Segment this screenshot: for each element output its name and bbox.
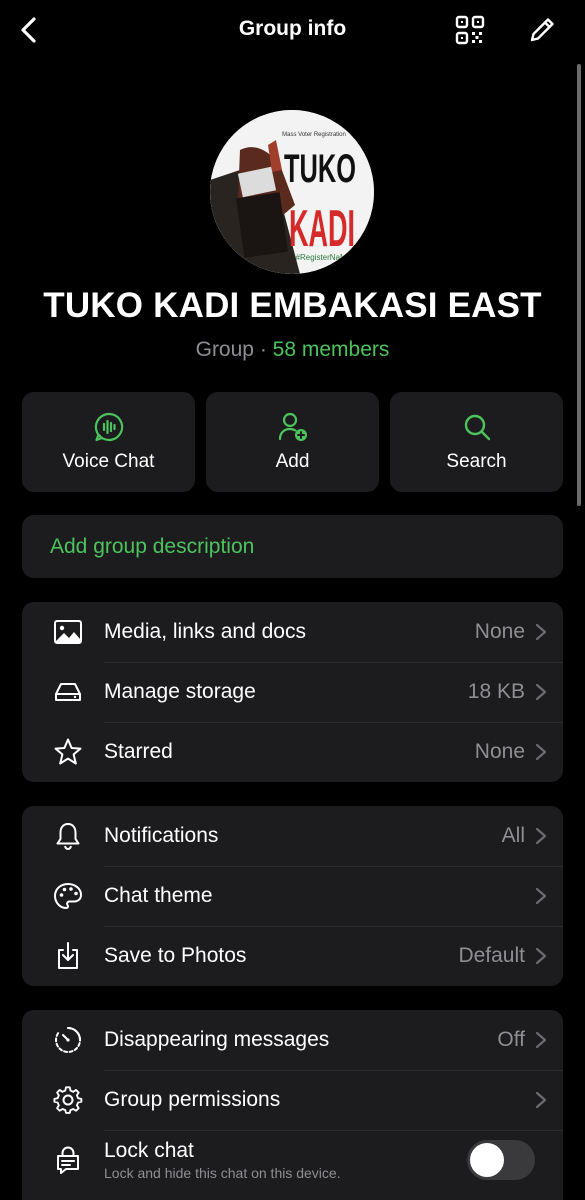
header: Group info xyxy=(0,0,585,62)
starred-label: Starred xyxy=(104,740,173,763)
subtitle-separator: · xyxy=(253,338,273,361)
edit-button[interactable] xyxy=(526,14,558,46)
qr-code-icon xyxy=(455,15,485,45)
voice-chat-icon xyxy=(94,412,123,442)
group-permissions-label: Group permissions xyxy=(104,1088,281,1111)
add-member-button[interactable]: Add xyxy=(206,392,379,492)
media-section: Media, links and docs None Manage storag… xyxy=(22,602,563,782)
privacy-section: Disappearing messages Off Group permissi… xyxy=(22,1010,563,1200)
lock-chat-row[interactable]: Lock chat Lock and hide this chat on thi… xyxy=(22,1130,563,1190)
lock-chat-icon xyxy=(57,1146,79,1174)
media-links-docs-label: Media, links and docs xyxy=(104,620,306,643)
toggle-knob xyxy=(470,1143,504,1177)
manage-storage-label: Manage storage xyxy=(104,680,256,703)
disappearing-messages-value: Off xyxy=(497,1028,525,1051)
add-person-icon xyxy=(278,412,307,441)
palette-icon xyxy=(54,883,82,909)
chevron-right-icon xyxy=(535,683,547,701)
chevron-right-icon xyxy=(535,743,547,761)
qr-code-button[interactable] xyxy=(454,14,486,46)
add-group-description-button[interactable]: Add group description xyxy=(22,515,563,578)
avatar-title-line-1: TUKO xyxy=(284,147,356,191)
group-subtitle: Group · 58 members xyxy=(0,338,585,362)
search-button[interactable]: Search xyxy=(390,392,563,492)
lock-chat-sublabel: Lock and hide this chat on this device. xyxy=(104,1165,341,1181)
media-links-docs-value: None xyxy=(474,620,525,643)
voice-chat-label: Voice Chat xyxy=(62,451,155,472)
manage-storage-row[interactable]: Manage storage 18 KB xyxy=(22,662,563,722)
avatar-caption: Mass Voter Registration xyxy=(282,132,346,138)
chevron-right-icon xyxy=(535,1091,547,1109)
save-to-photos-row[interactable]: Save to Photos Default xyxy=(22,926,563,986)
media-links-docs-row[interactable]: Media, links and docs None xyxy=(22,602,563,662)
page-title: Group info xyxy=(238,17,347,40)
star-icon xyxy=(54,738,82,765)
notifications-row[interactable]: Notifications All xyxy=(22,806,563,866)
chevron-right-icon xyxy=(535,947,547,965)
starred-row[interactable]: Starred None xyxy=(22,722,563,782)
group-name: TUKO KADI EMBAKASI EAST xyxy=(43,286,542,325)
chevron-right-icon xyxy=(535,887,547,905)
lock-chat-toggle[interactable] xyxy=(467,1140,535,1180)
chevron-right-icon xyxy=(535,827,547,845)
add-label: Add xyxy=(275,451,310,472)
chevron-right-icon xyxy=(535,1031,547,1049)
search-label: Search xyxy=(446,451,507,472)
avatar-hashtag: #RegisterNaMl xyxy=(296,253,349,262)
starred-value: None xyxy=(474,740,525,763)
disappearing-messages-row[interactable]: Disappearing messages Off xyxy=(22,1010,563,1070)
download-icon xyxy=(58,942,78,969)
scrollbar[interactable] xyxy=(577,64,581,506)
group-avatar-image: Mass Voter Registration TUKO KADI #Regis… xyxy=(210,110,374,274)
lock-chat-label: Lock chat xyxy=(104,1139,194,1162)
settings-icon xyxy=(53,1086,83,1114)
chat-theme-row[interactable]: Chat theme xyxy=(22,866,563,926)
settings-section: Notifications All Chat theme Save to Pho… xyxy=(22,806,563,986)
voice-chat-button[interactable]: Voice Chat xyxy=(22,392,195,492)
members-count-link[interactable]: 58 members xyxy=(273,338,390,361)
storage-icon xyxy=(55,683,81,701)
action-buttons: Voice Chat Add Search xyxy=(22,392,563,492)
add-group-description-label: Add group description xyxy=(50,534,255,558)
pencil-icon xyxy=(530,18,554,42)
disappearing-messages-label: Disappearing messages xyxy=(104,1028,330,1051)
group-type: Group xyxy=(195,338,254,361)
save-to-photos-label: Save to Photos xyxy=(104,944,247,967)
notifications-label: Notifications xyxy=(104,824,219,847)
search-icon xyxy=(464,414,490,441)
lock-chat-text: Lock chat Lock and hide this chat on thi… xyxy=(104,1139,467,1181)
notifications-value: All xyxy=(501,824,525,847)
avatar-title-line-2: KADI xyxy=(289,200,355,258)
group-permissions-row[interactable]: Group permissions xyxy=(22,1070,563,1130)
timer-icon xyxy=(55,1027,82,1053)
manage-storage-value: 18 KB xyxy=(467,680,525,703)
bell-icon xyxy=(56,823,80,850)
chat-theme-label: Chat theme xyxy=(104,884,213,907)
save-to-photos-value: Default xyxy=(458,944,525,967)
image-icon xyxy=(54,620,82,644)
group-avatar[interactable]: Mass Voter Registration TUKO KADI #Regis… xyxy=(210,110,374,274)
chevron-right-icon xyxy=(535,623,547,641)
